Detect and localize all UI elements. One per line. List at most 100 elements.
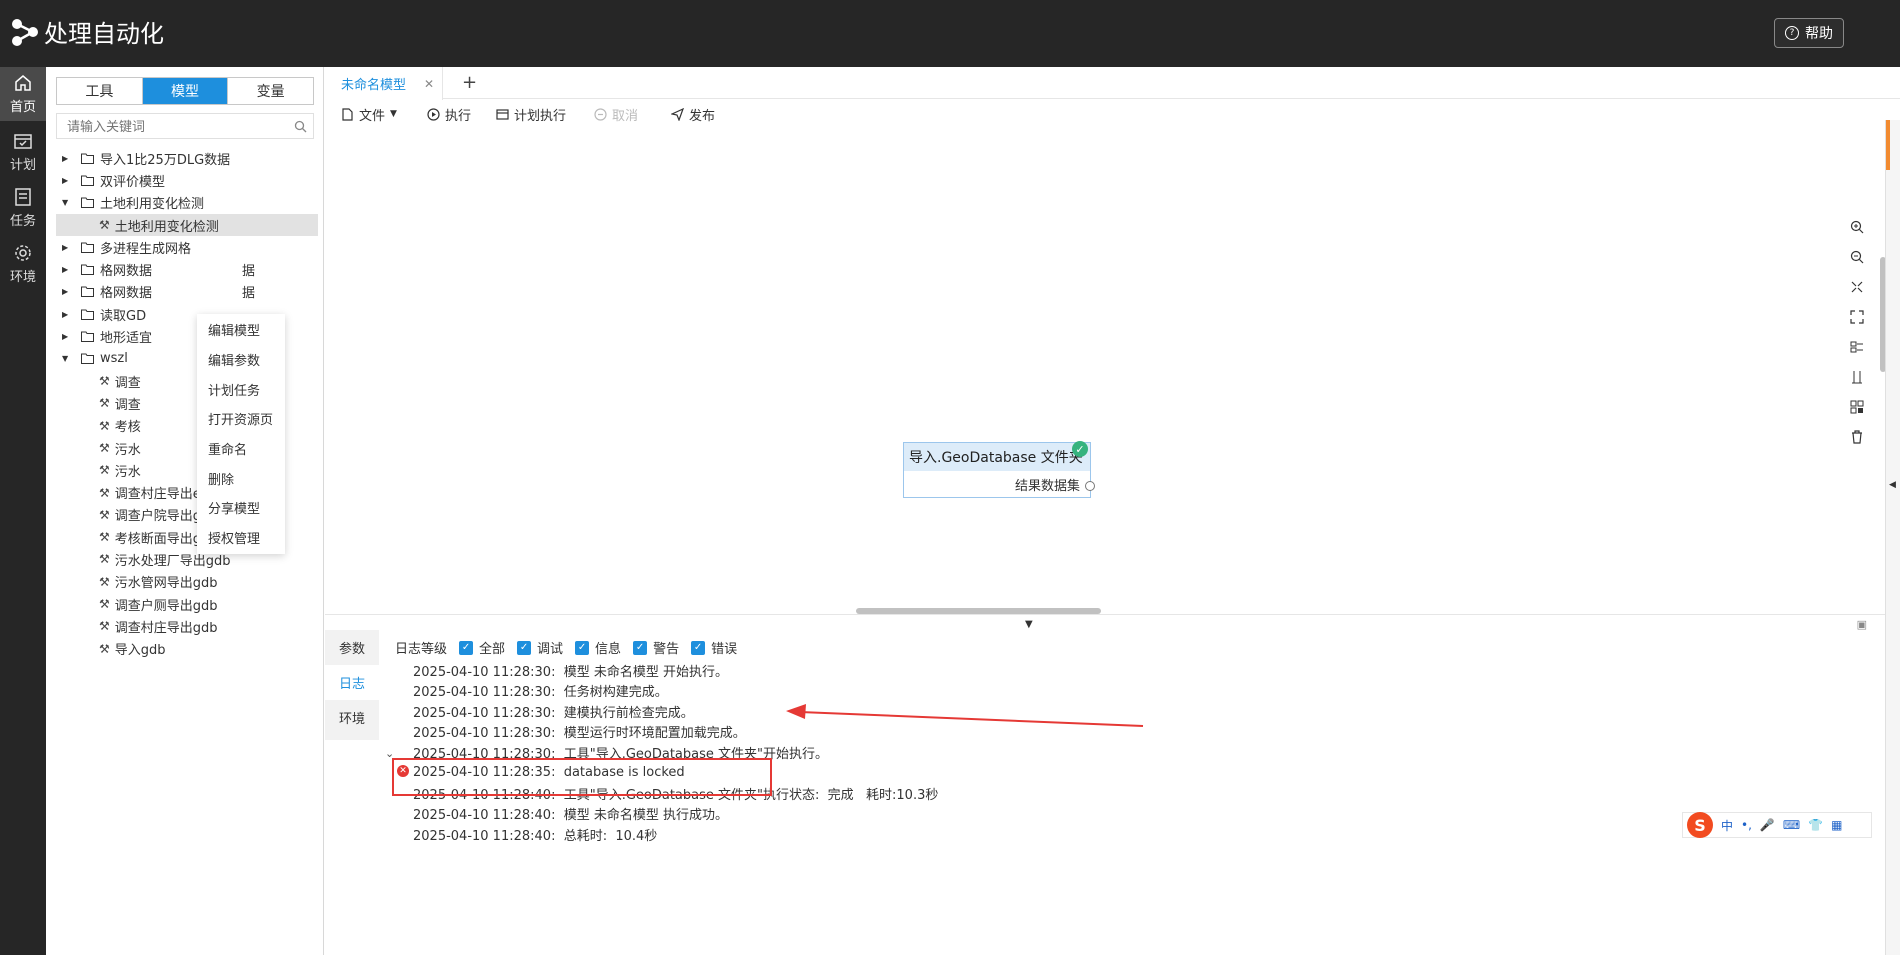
file-menu-button[interactable]: 文件 ▼ [341,105,397,124]
tab-log[interactable]: 日志 [325,665,379,700]
fit-view-icon[interactable] [1846,272,1868,302]
model-node[interactable]: 导入.GeoDatabase 文件夹 结果数据集 ✓ [903,441,1095,498]
caret-right-icon[interactable]: ▶ [62,265,72,274]
caret-down-icon[interactable]: ▼ [62,198,72,207]
ime-toolbar[interactable]: S 中 •, 🎤 ⌨ 👕 ▦ [1682,812,1872,838]
tree-model[interactable]: ⚒ 导入gdb [56,638,318,660]
caret-right-icon[interactable]: ▶ [62,243,72,252]
run-button[interactable]: 执行 [427,105,471,124]
task-icon [15,188,31,206]
caret-down-icon[interactable]: ▼ [62,354,72,363]
tab-models[interactable]: 模型 [142,78,229,104]
tree-model[interactable]: ⚒ 污水管网导出gdb [56,571,318,593]
align-horizontal-icon[interactable] [1846,332,1868,362]
run-label: 执行 [444,108,471,124]
ime-punct-icon[interactable]: •, [1741,818,1752,832]
fullscreen-icon[interactable] [1846,302,1868,332]
question-icon: ? [1785,26,1799,40]
right-collapse-strip[interactable]: ◀ [1885,120,1900,955]
tab-environment[interactable]: 环境 [325,700,379,735]
tree-item-label: 双评价模型 [100,174,166,190]
caret-right-icon[interactable]: ▶ [62,154,72,163]
folder-icon [81,286,94,298]
schedule-icon [496,108,509,120]
caret-right-icon[interactable]: ▶ [62,332,72,341]
search-icon[interactable] [287,120,313,133]
close-icon[interactable]: ✕ [424,77,434,91]
checkbox-checked-icon: ✓ [691,640,706,655]
tree-item-label: wszl [100,351,128,367]
caret-right-icon[interactable]: ▶ [62,310,72,319]
model-canvas[interactable]: 导入.GeoDatabase 文件夹 结果数据集 ✓ [325,127,1885,607]
microphone-icon[interactable]: 🎤 [1760,818,1775,832]
help-button[interactable]: ? 帮助 [1774,18,1844,48]
zoom-in-icon[interactable] [1846,212,1868,242]
publish-button[interactable]: 发布 [670,105,715,124]
nav-home[interactable]: 首页 [0,67,46,121]
wrench-icon: ⚒ [99,218,110,233]
tree-folder[interactable]: ▶ 导入1比25万DLG数据 [56,147,318,169]
context-menu-item[interactable]: 重命名 [197,434,285,464]
tab-params[interactable]: 参数 [325,630,379,665]
wrench-icon: ⚒ [99,619,110,634]
output-port[interactable] [1085,481,1095,491]
context-menu-item[interactable]: 计划任务 [197,374,285,404]
level-all-checkbox[interactable]: ✓ 全部 [459,638,505,657]
tree-folder[interactable]: ▶ 格网数据 据 [56,281,318,303]
delete-icon[interactable] [1846,422,1868,452]
tab-variables[interactable]: 变量 [228,78,313,104]
tree-folder[interactable]: ▶ 格网数据 据 [56,258,318,280]
level-warn-checkbox[interactable]: ✓ 警告 [633,638,679,657]
level-info-label: 信息 [595,642,622,657]
cancel-label: 取消 [611,108,638,124]
search-input[interactable] [57,118,287,134]
nav-task[interactable]: 任务 [0,181,46,235]
context-menu-item[interactable]: 分享模型 [197,493,285,523]
calendar-icon [14,134,32,149]
keyboard-icon[interactable]: ⌨ [1783,818,1800,832]
tab-untitled-model[interactable]: 未命名模型 ✕ [325,67,443,100]
caret-left-icon[interactable]: ◀ [1889,480,1896,490]
schedule-button[interactable]: 计划执行 [496,105,566,124]
apps-icon[interactable]: ▦ [1831,818,1842,832]
context-menu-item[interactable]: 打开资源页 [197,404,285,434]
log-line: 2025-04-10 11:28:30: 建模执行前检查完成。 [413,705,694,721]
file-label: 文件 [359,108,386,124]
level-debug-checkbox[interactable]: ✓ 调试 [517,638,563,657]
caret-right-icon[interactable]: ▶ [62,176,72,185]
tree-item-label: 导入1比25万DLG数据 [100,152,231,168]
collapse-caret-icon[interactable]: ▼ [1025,619,1033,630]
nav-plan[interactable]: 计划 [0,125,46,179]
tree-folder[interactable]: ▶ 多进程生成网格 [56,236,318,258]
caret-right-icon[interactable]: ▶ [62,287,72,296]
context-menu-item[interactable]: 编辑模型 [197,315,285,345]
nav-env[interactable]: 环境 [0,237,46,291]
zoom-out-icon[interactable] [1846,242,1868,272]
layout-icon[interactable] [1846,392,1868,422]
tree-item-label: 地形适宜 [100,331,153,347]
side-accent [1886,120,1890,170]
context-menu-item[interactable]: 删除 [197,463,285,493]
tree-model[interactable]: ⚒ 调查村庄导出gdb [56,615,318,637]
tree-folder[interactable]: ▼ 土地利用变化检测 [56,192,318,214]
level-all-label: 全部 [479,642,506,657]
skin-icon[interactable]: 👕 [1808,818,1823,832]
panel-splitter[interactable]: ▼ ▣ [325,614,1885,631]
wrench-icon: ⚒ [99,485,110,500]
context-menu: 编辑模型 编辑参数 计划任务 打开资源页 重命名 删除 分享模型 授权管理 [197,314,285,554]
add-tab-button[interactable]: + [462,72,477,93]
log-line: 2025-04-10 11:28:30: 模型 未命名模型 开始执行。 [413,664,728,680]
tab-tools[interactable]: 工具 [57,78,143,104]
context-menu-item[interactable]: 授权管理 [197,523,285,553]
tree-model[interactable]: ⚒ 调查户厕导出gdb [56,593,318,615]
folder-icon [81,309,94,320]
cancel-button[interactable]: 取消 [594,105,638,124]
align-vertical-icon[interactable] [1846,362,1868,392]
context-menu-item[interactable]: 编辑参数 [197,345,285,375]
level-info-checkbox[interactable]: ✓ 信息 [575,638,621,657]
tree-item-label: 污水 [114,464,141,480]
model-panel: 工具 模型 变量 ▶ 导入1比25万DLG数据 ▶ 双评价模型 ▼ 土地利用变化检测 ⚒ 土地… [46,67,324,955]
tree-folder[interactable]: ▶ 双评价模型 [56,169,318,191]
tree-model[interactable]: ⚒ 土地利用变化检测 [56,213,318,237]
level-error-checkbox[interactable]: ✓ 错误 [691,638,737,657]
